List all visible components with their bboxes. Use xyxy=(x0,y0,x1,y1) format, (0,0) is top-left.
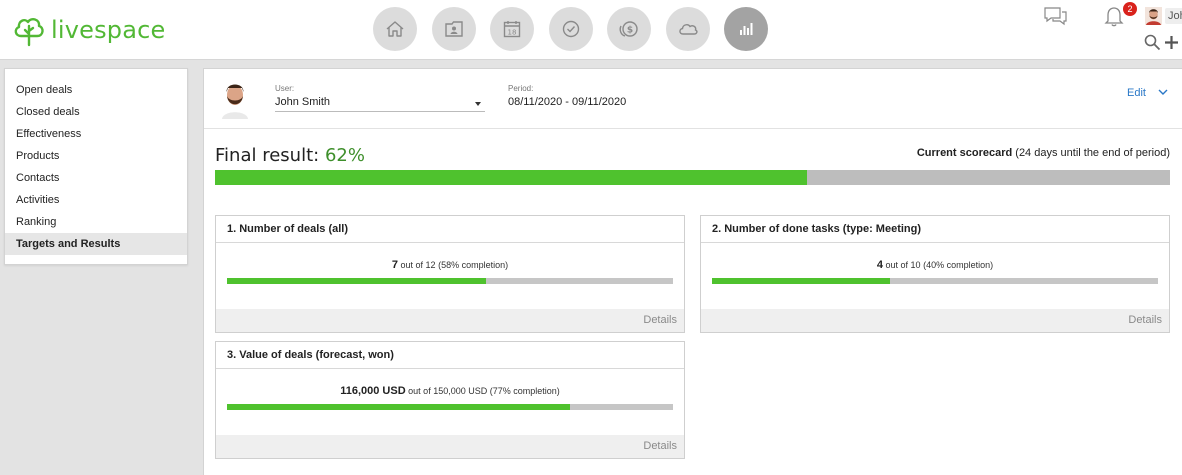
target-card: 2. Number of done tasks (type: Meeting) … xyxy=(700,215,1170,333)
final-result-heading: Final result: 62% xyxy=(215,145,365,166)
target-goal-text: out of 10 xyxy=(885,260,921,270)
target-card-title: 3. Value of deals (forecast, won) xyxy=(216,342,684,369)
user-name: John xyxy=(1165,8,1182,24)
nav-tasks-button[interactable] xyxy=(548,7,593,51)
final-result-value: 62% xyxy=(324,145,365,166)
app-header: livespace 18 $ 2 John xyxy=(0,0,1182,60)
calendar-icon: 18 xyxy=(503,21,521,38)
contacts-folder-icon xyxy=(444,21,463,37)
notification-count-badge[interactable]: 2 xyxy=(1123,2,1137,16)
target-goal-text: out of 150,000 USD xyxy=(408,386,488,396)
dropdown-caret-icon xyxy=(475,102,481,106)
final-result-progress-bar xyxy=(215,170,1170,185)
chat-icon[interactable] xyxy=(1042,6,1068,26)
bell-icon[interactable] xyxy=(1104,5,1124,27)
scorecard-filter-bar: User: John Smith Period: 08/11/2020 - 09… xyxy=(204,69,1182,129)
user-menu[interactable]: John xyxy=(1145,7,1182,25)
reports-sidebar: Open deals Closed deals Effectiveness Pr… xyxy=(4,68,188,265)
svg-text:$: $ xyxy=(627,26,633,36)
target-card-stat: 116,000 USD out of 150,000 USD (77% comp… xyxy=(216,385,684,397)
target-card-stat: 7 out of 12 (58% completion) xyxy=(216,259,684,271)
cloud-tree-logo-icon xyxy=(14,18,44,47)
bar-chart-icon xyxy=(740,23,753,35)
final-result-label: Final result: xyxy=(215,145,320,166)
nav-calendar-button[interactable]: 18 xyxy=(490,7,534,51)
sidebar-item-ranking[interactable]: Ranking xyxy=(5,211,187,233)
targets-results-panel: User: John Smith Period: 08/11/2020 - 09… xyxy=(203,68,1182,475)
nav-deals-button[interactable]: $ xyxy=(607,7,651,51)
target-achieved-value: 116,000 USD xyxy=(340,385,406,397)
logo-text: livespace xyxy=(51,16,166,44)
target-details-link[interactable]: Details xyxy=(216,309,684,332)
target-card-title: 1. Number of deals (all) xyxy=(216,216,684,243)
scorecard-status: Current scorecard (24 days until the end… xyxy=(917,147,1170,159)
target-achieved-value: 7 xyxy=(391,259,399,271)
sidebar-item-effectiveness[interactable]: Effectiveness xyxy=(5,123,187,145)
target-progress-fill xyxy=(712,278,891,284)
header-right-tools: 2 John xyxy=(1032,0,1182,60)
scorecard-note: (24 days until the end of period) xyxy=(1015,147,1170,159)
target-progress-bar xyxy=(712,278,1158,284)
search-icon[interactable] xyxy=(1144,34,1161,51)
sidebar-item-closed-deals[interactable]: Closed deals xyxy=(5,101,187,123)
target-goal-text: out of 12 xyxy=(400,260,436,270)
target-progress-fill xyxy=(227,278,486,284)
nav-cloud-button[interactable] xyxy=(665,7,710,51)
home-icon xyxy=(386,21,404,37)
livespace-logo[interactable]: livespace xyxy=(11,10,166,50)
target-card-stat: 4 out of 10 (40% completion) xyxy=(701,259,1169,271)
target-progress-bar xyxy=(227,278,673,284)
target-details-link[interactable]: Details xyxy=(701,309,1169,332)
scorecard-title: Current scorecard xyxy=(916,147,1013,159)
target-completion-text: (77% completion) xyxy=(489,386,560,396)
target-progress-bar xyxy=(227,404,673,410)
period-value[interactable]: 08/11/2020 - 09/11/2020 xyxy=(508,96,626,108)
final-result-progress-fill xyxy=(215,170,808,185)
sidebar-item-targets-and-results[interactable]: Targets and Results xyxy=(5,233,187,255)
cloud-icon xyxy=(678,24,698,35)
target-card: 3. Value of deals (forecast, won) 116,00… xyxy=(215,341,685,459)
sidebar-item-activities[interactable]: Activities xyxy=(5,189,187,211)
user-avatar xyxy=(1145,7,1162,25)
target-completion-text: (58% completion) xyxy=(438,260,509,270)
nav-reports-button[interactable] xyxy=(724,7,768,51)
selected-user-avatar xyxy=(220,79,250,119)
nav-home-button[interactable] xyxy=(373,7,417,51)
user-field-label: User: xyxy=(275,84,295,93)
task-check-icon xyxy=(562,20,579,38)
target-card-body: 7 out of 12 (58% completion) xyxy=(216,243,684,309)
period-field-label: Period: xyxy=(508,84,534,93)
sidebar-item-products[interactable]: Products xyxy=(5,145,187,167)
target-progress-fill xyxy=(227,404,571,410)
add-plus-icon[interactable] xyxy=(1163,34,1180,51)
main-nav: 18 $ xyxy=(373,7,783,51)
nav-contacts-button[interactable] xyxy=(431,7,476,51)
target-card-title: 2. Number of done tasks (type: Meeting) xyxy=(701,216,1169,243)
target-card-body: 116,000 USD out of 150,000 USD (77% comp… xyxy=(216,369,684,435)
sidebar-item-contacts[interactable]: Contacts xyxy=(5,167,187,189)
sidebar-item-open-deals[interactable]: Open deals xyxy=(5,79,187,101)
user-select-value: John Smith xyxy=(275,96,331,108)
chevron-down-icon[interactable] xyxy=(1158,88,1168,96)
svg-text:18: 18 xyxy=(508,29,517,37)
edit-link[interactable]: Edit xyxy=(1127,87,1146,99)
target-achieved-value: 4 xyxy=(876,259,884,271)
target-card-body: 4 out of 10 (40% completion) xyxy=(701,243,1169,309)
target-details-link[interactable]: Details xyxy=(216,435,684,458)
deals-money-icon: $ xyxy=(619,21,638,37)
target-card: 1. Number of deals (all) 7 out of 12 (58… xyxy=(215,215,685,333)
target-completion-text: (40% completion) xyxy=(923,260,994,270)
user-select[interactable]: John Smith xyxy=(275,96,485,112)
